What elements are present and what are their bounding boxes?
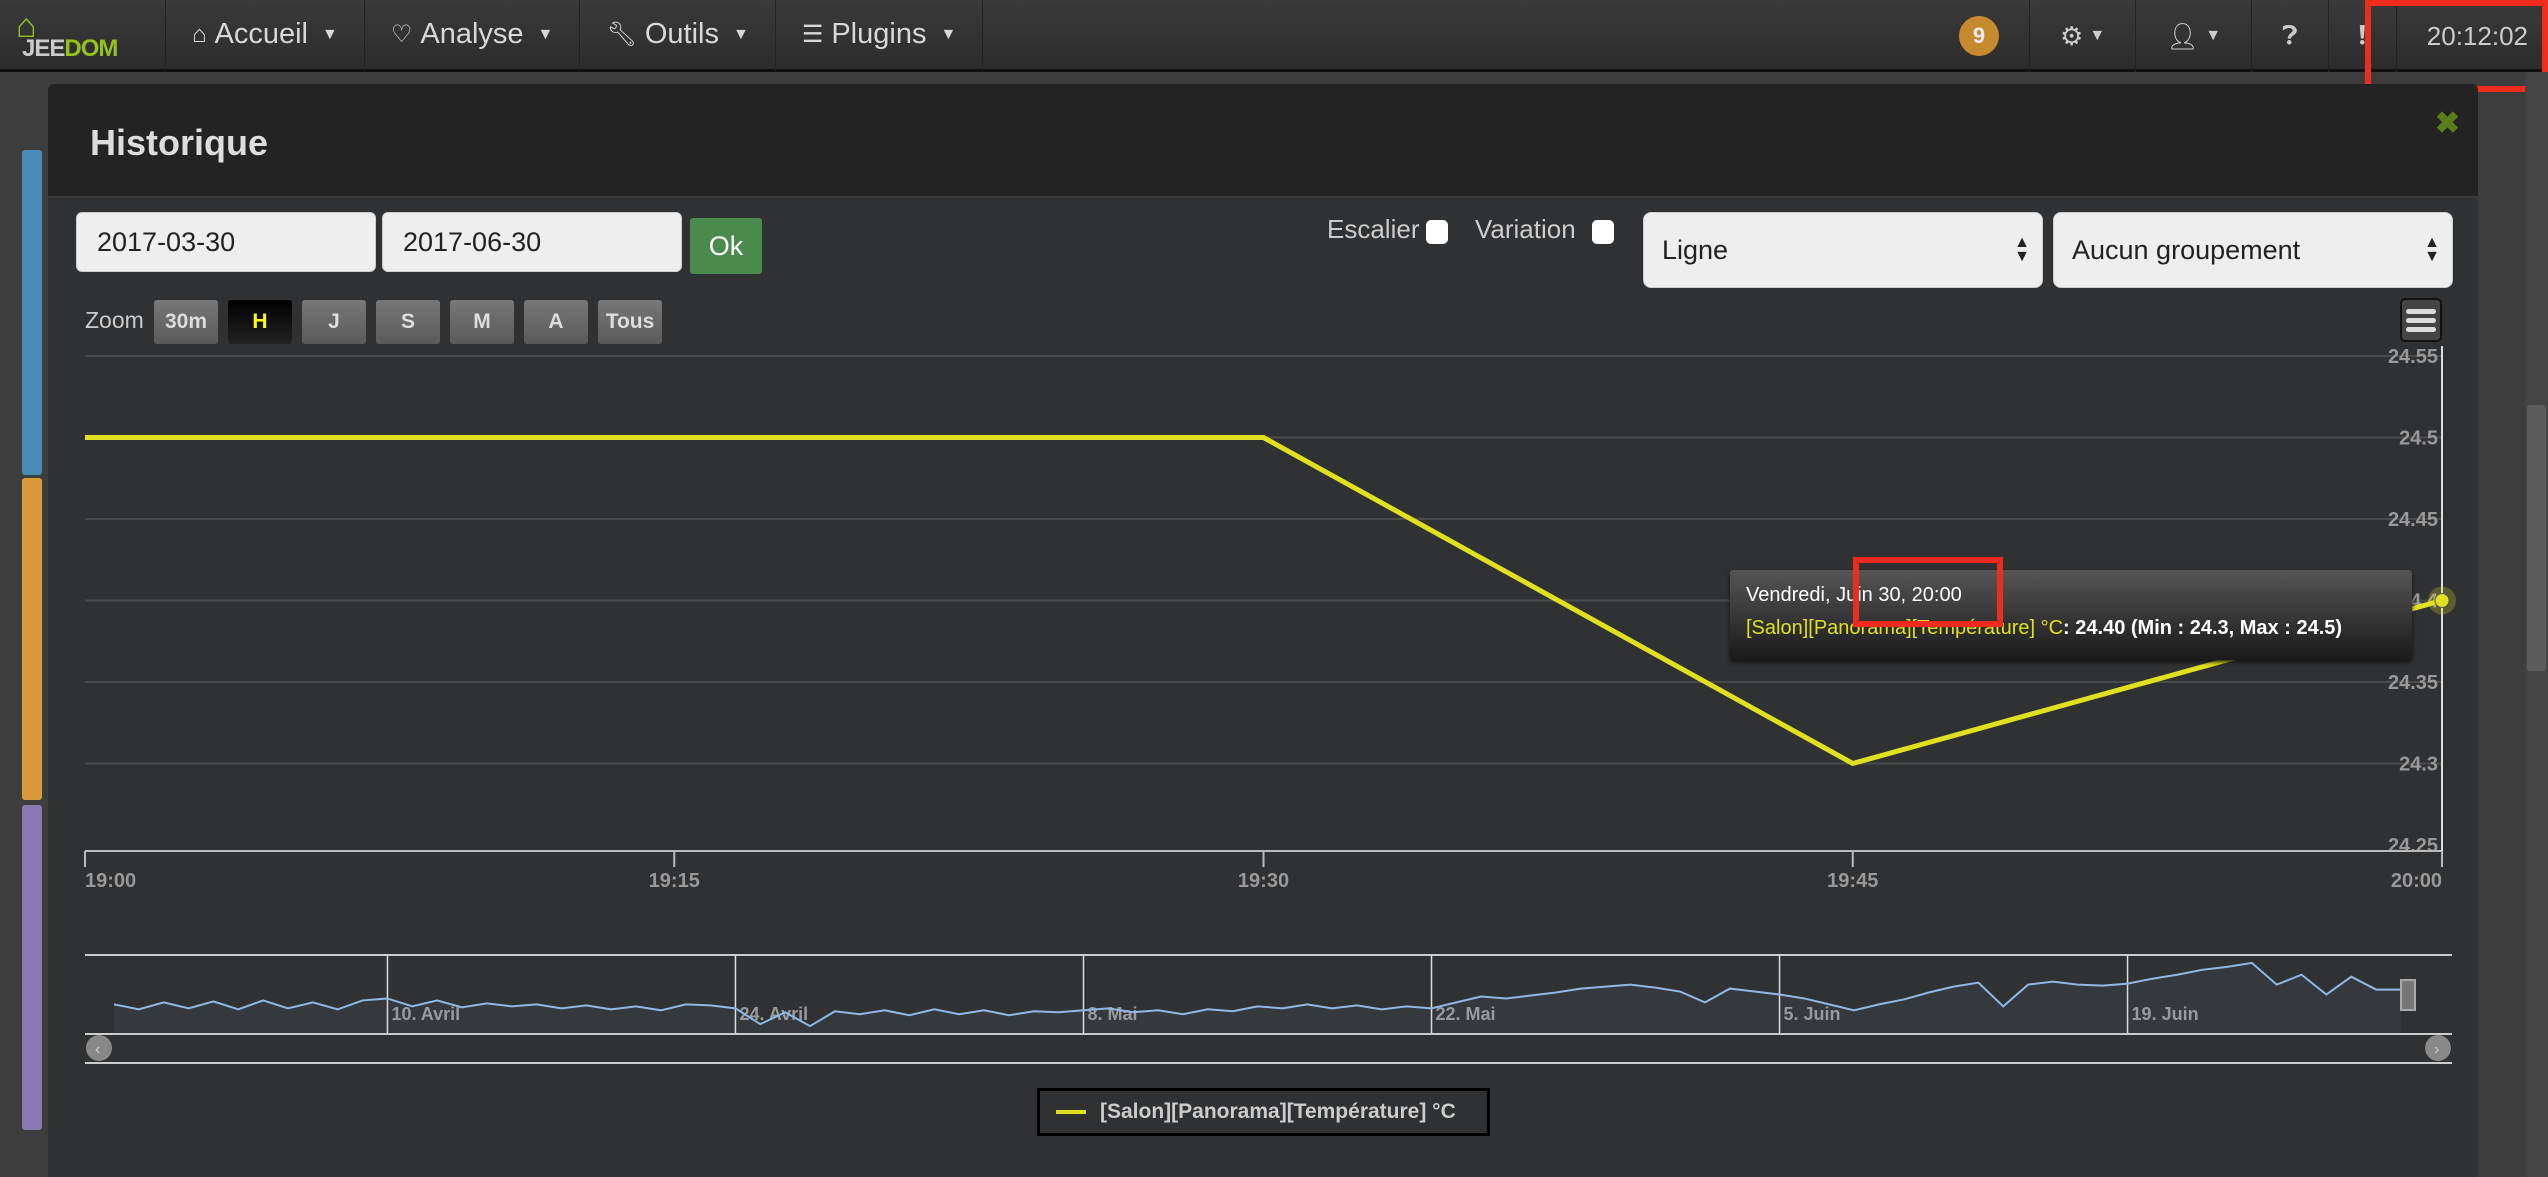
- sidebar-tab-blue[interactable]: [22, 150, 42, 475]
- legend-series-label: [Salon][Panorama][Température] °C: [1100, 1100, 1456, 1123]
- y-tick-label: 24.5: [2399, 428, 2438, 450]
- messages-badge[interactable]: 9: [1929, 0, 2029, 72]
- tooltip-date: Vendredi, Juin 30, 20:00: [1746, 584, 1962, 606]
- sidebar-tab-purple[interactable]: [22, 805, 42, 1130]
- logo-text: JEEDOM: [22, 34, 118, 62]
- scroll-right-arrow-icon: ›: [2434, 1041, 2439, 1058]
- help-button[interactable]: ❓︎: [2251, 0, 2328, 72]
- y-tick-label: 24.35: [2388, 672, 2438, 694]
- gears-icon: ⚙: [2060, 20, 2084, 51]
- caret-down-icon: ▼: [940, 25, 957, 43]
- caret-down-icon: ▼: [732, 25, 749, 43]
- home-icon: ⌂: [192, 20, 207, 48]
- menu-plugins[interactable]: ☰ Plugins ▼: [774, 0, 984, 71]
- wrench-icon: 🔧︎: [606, 21, 637, 48]
- chart-tooltip: Vendredi, Juin 30, 20:00 [Salon][Panoram…: [1730, 570, 2412, 660]
- caret-down-icon: ▼: [2089, 27, 2106, 44]
- y-tick-label: 24.3: [2399, 754, 2438, 776]
- data-point: [2434, 593, 2450, 608]
- tooltip-value: : 24.40 (Min : 24.3, Max : 24.5): [2063, 617, 2343, 639]
- caret-down-icon: ▼: [2205, 27, 2222, 44]
- chart-legend[interactable]: [Salon][Panorama][Température] °C: [1037, 1088, 1490, 1136]
- x-tick-label: 20:00: [2391, 870, 2442, 892]
- sidebar-tab-orange[interactable]: [22, 478, 42, 800]
- stethoscope-icon: ♡: [390, 21, 413, 48]
- menu-outils[interactable]: 🔧︎ Outils ▼: [579, 0, 774, 71]
- navigator-area: [114, 962, 2401, 1034]
- jeedom-logo[interactable]: ⌂ JEEDOM: [0, 0, 165, 71]
- page-scrollbar[interactable]: [2525, 72, 2548, 1177]
- x-tick-label: 19:15: [649, 870, 700, 892]
- server-icon: ☰: [801, 21, 824, 48]
- x-tick-label: 19:30: [1238, 870, 1289, 892]
- y-tick-label: 24.45: [2388, 509, 2438, 531]
- history-modal: Historique ✖ 2017-03-30 2017-06-30 Ok Es…: [48, 84, 2478, 1177]
- caret-down-icon: ▼: [322, 25, 338, 43]
- legend-line-icon: [1056, 1110, 1086, 1114]
- highlight-clock-box: [2365, 0, 2548, 92]
- menu-analyse[interactable]: ♡ Analyse ▼: [363, 0, 580, 71]
- x-tick-label: 19:45: [1827, 870, 1878, 892]
- navbar: ⌂ JEEDOM ⌂ Accueil ▼ ♡ Analyse ▼ 🔧︎ Outils ▼ ☰…: [0, 0, 2548, 72]
- y-tick-label: 24.55: [2388, 346, 2438, 368]
- highlight-tooltip-box: [1853, 557, 2003, 627]
- x-tick-label: 19:00: [85, 870, 136, 892]
- scrollbar-thumb[interactable]: [2527, 405, 2546, 671]
- caret-down-icon: ▼: [537, 25, 554, 43]
- menu-accueil[interactable]: ⌂ Accueil ▼: [165, 0, 364, 71]
- question-circle-icon: ❓︎: [2282, 20, 2298, 50]
- navigator-handle: [2400, 979, 2416, 1011]
- user-menu[interactable]: 👤︎ ▼: [2135, 0, 2251, 72]
- user-icon: 👤︎: [2166, 20, 2200, 51]
- scroll-left-arrow-icon: ‹: [95, 1041, 100, 1058]
- settings-menu[interactable]: ⚙ ▼: [2029, 0, 2135, 72]
- y-tick-label: 24.25: [2388, 835, 2438, 857]
